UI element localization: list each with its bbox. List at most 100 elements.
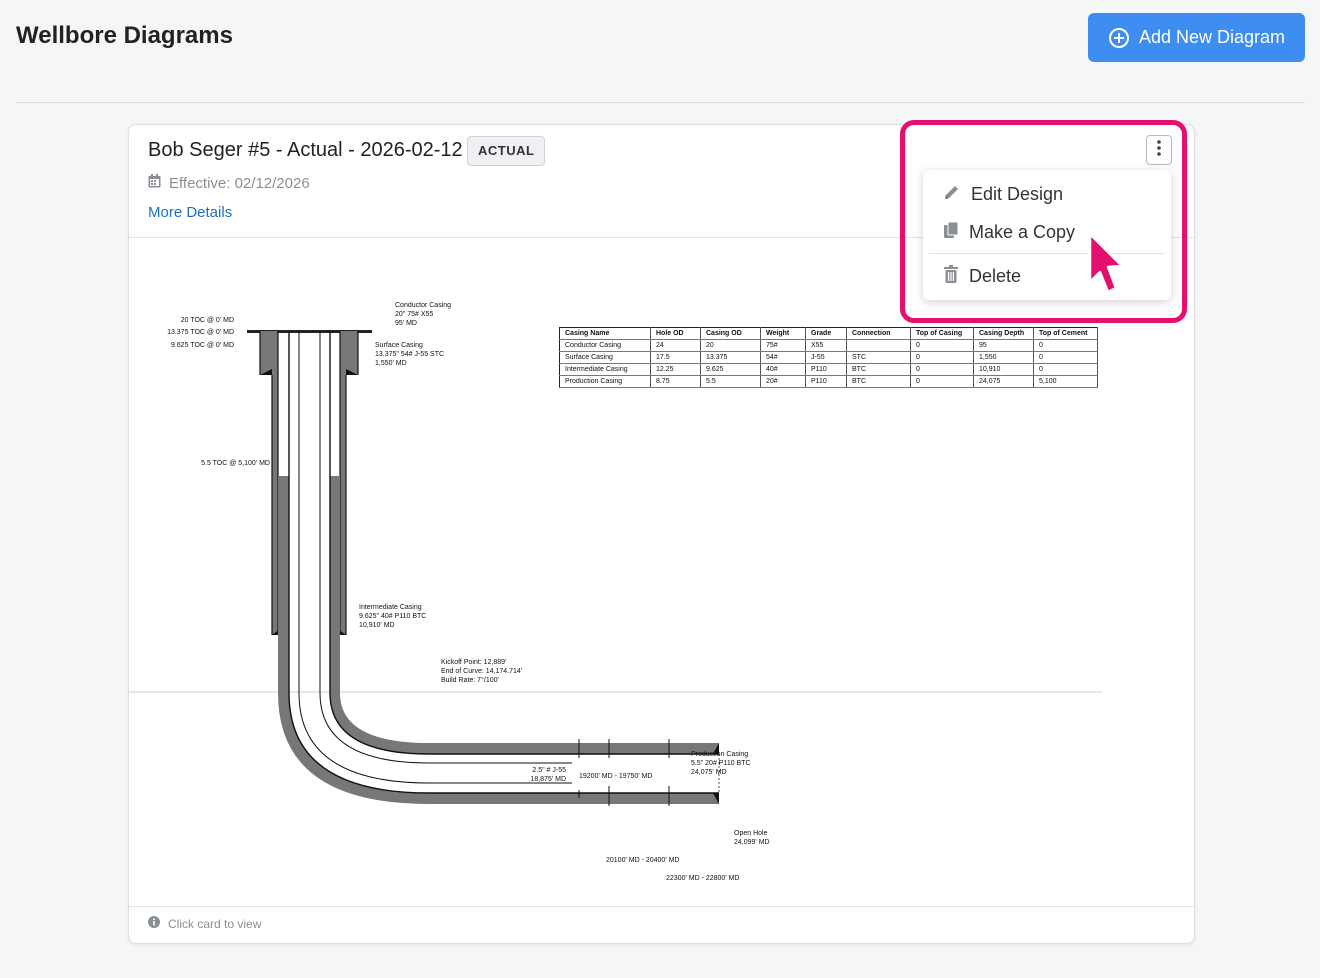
table-cell: 95 <box>973 339 1034 352</box>
table-header-row: Casing Name Hole OD Casing OD Weight Gra… <box>559 327 1098 340</box>
inter-label-1: Intermediate Casing <box>359 604 422 611</box>
effective-date: Effective: 02/12/2026 <box>148 174 310 192</box>
table-cell: STC <box>846 351 911 364</box>
conductor-label-1: Conductor Casing <box>395 302 451 309</box>
column-header: Top of Casing <box>910 327 974 340</box>
table-cell: 75# <box>760 339 806 352</box>
plus-circle-icon <box>1108 27 1130 49</box>
table-cell: 24,075 <box>973 375 1034 388</box>
menu-item-make-copy[interactable]: Make a Copy <box>923 215 1171 249</box>
table-cell: 17.5 <box>650 351 701 364</box>
table-cell: 12.25 <box>650 363 701 376</box>
open-hole-label-1: Open Hole <box>734 830 768 837</box>
tubing-label-2: 18,875' MD <box>530 776 566 783</box>
table-row: Intermediate Casing 12.25 9.625 40# P110 BTC 0… <box>559 363 1098 376</box>
menu-divider <box>929 253 1165 254</box>
column-header: Grade <box>805 327 847 340</box>
prod-label-2: 5.5" 20# P110 BTC <box>691 760 751 767</box>
table-cell: J-55 <box>805 351 847 364</box>
table-cell: Conductor Casing <box>559 339 651 352</box>
table-cell: 0 <box>910 363 974 376</box>
inter-label-3: 10,910' MD <box>359 622 395 629</box>
table-row: Production Casing 8.75 5.5 20# P110 BTC 0 24,07… <box>559 375 1098 388</box>
toc-55-label: 5.5 TOC @ 5,100' MD <box>201 460 270 467</box>
table-cell: 0 <box>910 351 974 364</box>
trash-icon <box>943 264 959 288</box>
footer-hint: Click card to view <box>168 916 262 931</box>
status-badge: ACTUAL <box>467 136 546 166</box>
table-cell: 9.625 <box>700 363 761 376</box>
table-cell: 0 <box>1033 363 1098 376</box>
table-cell: X55 <box>805 339 847 352</box>
end-curve-label: End of Curve: 14,174.714' <box>441 668 522 675</box>
table-cell: 1,550 <box>973 351 1034 364</box>
menu-item-delete[interactable]: Delete <box>923 259 1171 293</box>
toc-13-label: 13.375 TOC @ 0' MD <box>167 329 234 336</box>
surface-label-2: 13.375" 54# J-55 STC <box>375 351 444 358</box>
conductor-label-2: 20" 75# X55 <box>395 311 433 318</box>
table-row: Surface Casing 17.5 13.375 54# J-55 STC 0 1,550… <box>559 351 1098 364</box>
open-hole-label-2: 24,099' MD <box>734 839 770 846</box>
table-cell: 0 <box>1033 339 1098 352</box>
card-title: Bob Seger #5 - Actual - 2026-02-12 <box>148 139 463 161</box>
column-header: Top of Cement <box>1033 327 1098 340</box>
table-cell: 20 <box>700 339 761 352</box>
build-rate-label: Build Rate: 7°/100' <box>441 676 499 684</box>
card-options-menu: Edit Design Make a Copy Delete <box>923 170 1171 300</box>
header-divider <box>16 102 1305 103</box>
table-cell: Surface Casing <box>559 351 651 364</box>
menu-item-edit-design[interactable]: Edit Design <box>923 177 1171 211</box>
perf-range-3: 22300' MD - 22800' MD <box>666 875 740 882</box>
conductor-label-3: 95' MD <box>395 320 417 327</box>
effective-text: Effective: 02/12/2026 <box>169 174 310 192</box>
prod-label-1: Production Casing <box>691 751 748 758</box>
table-cell: 8.75 <box>650 375 701 388</box>
table-cell: 24 <box>650 339 701 352</box>
table-cell <box>846 339 911 352</box>
table-cell: Production Casing <box>559 375 651 388</box>
column-header: Casing Name <box>559 327 651 340</box>
tubing-label-1: 2.5" # J-55 <box>532 767 566 774</box>
table-cell: 10,910 <box>973 363 1034 376</box>
column-header: Casing Depth <box>973 327 1034 340</box>
table-cell: 13.375 <box>700 351 761 364</box>
page-title: Wellbore Diagrams <box>16 22 233 49</box>
table-cell: Intermediate Casing <box>559 363 651 376</box>
column-header: Connection <box>846 327 911 340</box>
footer-separator <box>129 906 1194 907</box>
table-cell: 0 <box>910 339 974 352</box>
kebab-icon <box>1157 139 1161 161</box>
casing-table: Casing Name Hole OD Casing OD Weight Gra… <box>559 327 1098 388</box>
table-cell: 5,100 <box>1033 375 1098 388</box>
table-cell: 0 <box>1033 351 1098 364</box>
table-cell: 0 <box>910 375 974 388</box>
perf-range-1: 19200' MD - 19750' MD <box>579 773 653 780</box>
add-new-diagram-button[interactable]: Add New Diagram <box>1088 13 1305 62</box>
toc-20-label: 20 TOC @ 0' MD <box>181 317 234 324</box>
surface-label-1: Surface Casing <box>375 342 423 349</box>
surface-label-3: 1,550' MD <box>375 360 407 367</box>
pointer-cursor-icon <box>1086 232 1126 299</box>
table-cell: P110 <box>805 363 847 376</box>
menu-item-label: Delete <box>969 265 1022 286</box>
table-cell: BTC <box>846 363 911 376</box>
table-cell: 20# <box>760 375 806 388</box>
more-details-link[interactable]: More Details <box>148 204 232 221</box>
menu-item-label: Make a Copy <box>969 221 1076 242</box>
column-header: Weight <box>760 327 806 340</box>
menu-item-label: Edit Design <box>971 183 1064 204</box>
table-row: Conductor Casing 24 20 75# X55 0 95 0 <box>559 339 1098 352</box>
pencil-icon <box>943 183 961 206</box>
info-icon <box>148 916 160 931</box>
inter-label-2: 9.625" 40# P110 BTC <box>359 613 426 620</box>
card-footer: Click card to view <box>148 916 261 931</box>
perf-range-2: 20100' MD - 20400' MD <box>606 857 680 864</box>
calendar-icon <box>148 174 161 192</box>
copy-icon <box>943 221 959 244</box>
table-cell: 40# <box>760 363 806 376</box>
add-new-diagram-label: Add New Diagram <box>1138 27 1286 47</box>
column-header: Casing OD <box>700 327 761 340</box>
more-options-button[interactable] <box>1146 135 1172 165</box>
table-cell: P110 <box>805 375 847 388</box>
prod-label-3: 24,075' MD <box>691 769 727 776</box>
